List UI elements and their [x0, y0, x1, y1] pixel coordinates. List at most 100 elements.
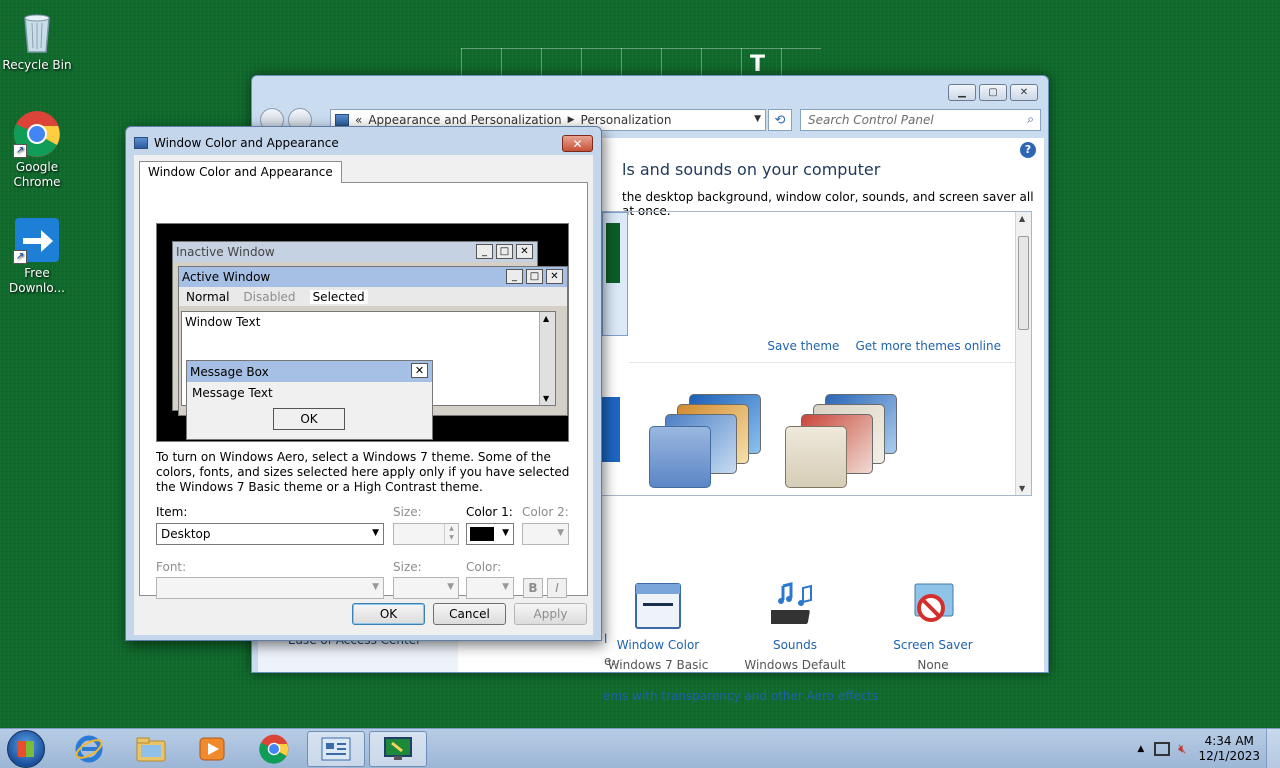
item-select[interactable]: Desktop ▼	[156, 523, 384, 545]
scroll-down-icon[interactable]: ▼	[1019, 484, 1025, 493]
network-icon[interactable]	[1154, 742, 1171, 756]
help-icon[interactable]: ?	[1020, 142, 1036, 158]
theme-thumbnail-basic[interactable]	[649, 394, 779, 489]
message-box-title: Message Box	[187, 361, 432, 382]
search-icon[interactable]: ⌕	[1027, 112, 1034, 127]
customization-items: Window Color Windows 7 Basic Sounds Wind…	[598, 582, 1038, 682]
apply-button[interactable]: Apply	[514, 603, 587, 625]
taskbar-control-panel[interactable]	[307, 731, 365, 767]
preview-message-box[interactable]: Message Box ✕ Message Text OK	[186, 360, 433, 440]
get-more-themes-link[interactable]: Get more themes online	[855, 339, 1001, 353]
taskbar-media-player[interactable]	[183, 731, 241, 767]
chevron-down-icon[interactable]: ▼	[557, 528, 564, 538]
font-size-select[interactable]: ▼	[393, 577, 459, 599]
scroll-up-icon[interactable]: ▲	[1019, 214, 1025, 223]
active-window-buttons: _ □ ✕	[506, 269, 563, 284]
aero-effects-link[interactable]: ems with transparency and other Aero eff…	[603, 689, 878, 703]
chrome-icon: ↗	[13, 110, 61, 158]
display-settings-icon	[384, 737, 412, 760]
sounds-item[interactable]: Sounds Windows Default	[735, 582, 855, 672]
window-color-icon	[134, 137, 148, 149]
menu-normal[interactable]: Normal	[186, 290, 229, 304]
sounds-subtitle: Windows Default	[744, 658, 846, 672]
appearance-preview[interactable]: Inactive Window _ □ ✕ Active Window _ □ …	[156, 223, 569, 442]
color1-swatch	[470, 527, 494, 541]
search-input[interactable]: Search Control Panel ⌕	[800, 109, 1041, 131]
item-select-value: Desktop	[161, 527, 211, 541]
taskbar-internet-explorer[interactable]	[60, 731, 118, 767]
font-size-label: Size:	[393, 560, 422, 574]
background-window-grid	[461, 48, 821, 78]
item-label: Item:	[156, 505, 188, 519]
screen-saver-subtitle: None	[917, 658, 949, 672]
desktop-icon-free-download[interactable]: ↗ Free Downlo...	[0, 216, 74, 296]
caption-buttons: ▁ ▢ ✕	[948, 84, 1038, 101]
taskbar-window-color[interactable]	[369, 731, 427, 767]
maximize-button[interactable]: ▢	[979, 84, 1007, 101]
sounds-title[interactable]: Sounds	[735, 638, 855, 652]
tab-window-color-appearance[interactable]: Window Color and Appearance	[139, 161, 342, 183]
scrollbar-thumb[interactable]	[1018, 236, 1029, 330]
font-color-picker[interactable]: ▼	[466, 577, 514, 599]
chevron-down-icon[interactable]: ▼	[447, 582, 454, 592]
refresh-button[interactable]: ⟲	[768, 109, 792, 131]
spin-arrows-icon[interactable]: ▲ ▼	[444, 524, 458, 544]
close-button[interactable]: ✕	[1010, 84, 1038, 101]
screen-saver-item[interactable]: Screen Saver None	[873, 582, 993, 672]
window-color-appearance-dialog[interactable]: Window Color and Appearance ✕ Window Col…	[125, 126, 602, 641]
breadcrumb-personalization[interactable]: Personalization	[581, 113, 672, 127]
show-desktop-button[interactable]	[1266, 729, 1280, 768]
theme-list-scrollbar[interactable]: ▲ ▼	[1015, 212, 1031, 495]
theme-links: Save theme Get more themes online	[767, 339, 1001, 353]
font-select[interactable]: ▼	[156, 577, 384, 599]
inactive-window-buttons: _ □ ✕	[476, 244, 533, 259]
desktop-icon-label: Google Chrome	[13, 160, 61, 189]
window-color-item[interactable]: Window Color Windows 7 Basic	[598, 582, 718, 672]
chevron-down-icon[interactable]: ▼	[502, 582, 509, 592]
scroll-down-icon: ▼	[543, 394, 550, 403]
color2-picker[interactable]: ▼	[522, 523, 569, 545]
minimize-button[interactable]: ▁	[948, 84, 976, 101]
menu-selected[interactable]: Selected	[309, 289, 368, 304]
minimize-icon: _	[506, 269, 523, 284]
minimize-icon: _	[476, 244, 493, 259]
start-button[interactable]	[7, 730, 45, 768]
menu-disabled[interactable]: Disabled	[243, 290, 295, 304]
screen-saver-title[interactable]: Screen Saver	[873, 638, 993, 652]
close-icon: ✕	[546, 269, 563, 284]
show-hidden-icons-icon[interactable]: ▲	[1137, 744, 1144, 754]
background-glyph: T	[750, 52, 766, 77]
preview-scrollbar[interactable]: ▲ ▼	[539, 312, 555, 405]
desktop-icon-google-chrome[interactable]: ↗ Google Chrome	[0, 110, 74, 190]
color1-picker[interactable]: ▼	[466, 523, 514, 545]
message-box-ok-button[interactable]: OK	[273, 408, 345, 430]
cancel-button[interactable]: Cancel	[433, 603, 506, 625]
dialog-close-button[interactable]: ✕	[562, 135, 593, 152]
taskbar-chrome[interactable]	[245, 731, 303, 767]
save-theme-link[interactable]: Save theme	[767, 339, 839, 353]
color1-label: Color 1:	[466, 505, 513, 519]
size-stepper[interactable]: ▲ ▼	[393, 523, 459, 545]
size-label: Size:	[393, 505, 422, 519]
chevron-down-icon[interactable]: ▼	[372, 582, 379, 592]
italic-button[interactable]: I	[547, 578, 567, 598]
font-label: Font:	[156, 560, 187, 574]
breadcrumb-chevron[interactable]: «	[355, 113, 362, 127]
desktop-icon-recycle-bin[interactable]: Recycle Bin	[0, 8, 74, 73]
ok-button[interactable]: OK	[352, 603, 425, 625]
taskbar-file-explorer[interactable]	[122, 731, 180, 767]
bold-button[interactable]: B	[523, 578, 543, 598]
breadcrumb-appearance[interactable]: Appearance and Personalization	[368, 113, 561, 127]
theme-thumbnail-high-contrast[interactable]	[785, 394, 915, 489]
address-dropdown-icon[interactable]: ▼	[754, 114, 761, 124]
theme-thumbnail-partial[interactable]	[602, 397, 620, 462]
selected-theme-tile[interactable]	[602, 212, 628, 336]
dialog-titlebar[interactable]: Window Color and Appearance	[134, 136, 339, 150]
chevron-down-icon[interactable]: ▼	[372, 528, 379, 538]
close-icon: ✕	[411, 363, 428, 378]
chevron-down-icon[interactable]: ▼	[502, 528, 509, 538]
volume-muted-icon[interactable]: 🔇︎	[1178, 742, 1186, 757]
window-color-title[interactable]: Window Color	[598, 638, 718, 652]
clock[interactable]: 4:34 AM 12/1/2023	[1198, 734, 1260, 764]
window-color-subtitle: Windows 7 Basic	[607, 658, 709, 672]
